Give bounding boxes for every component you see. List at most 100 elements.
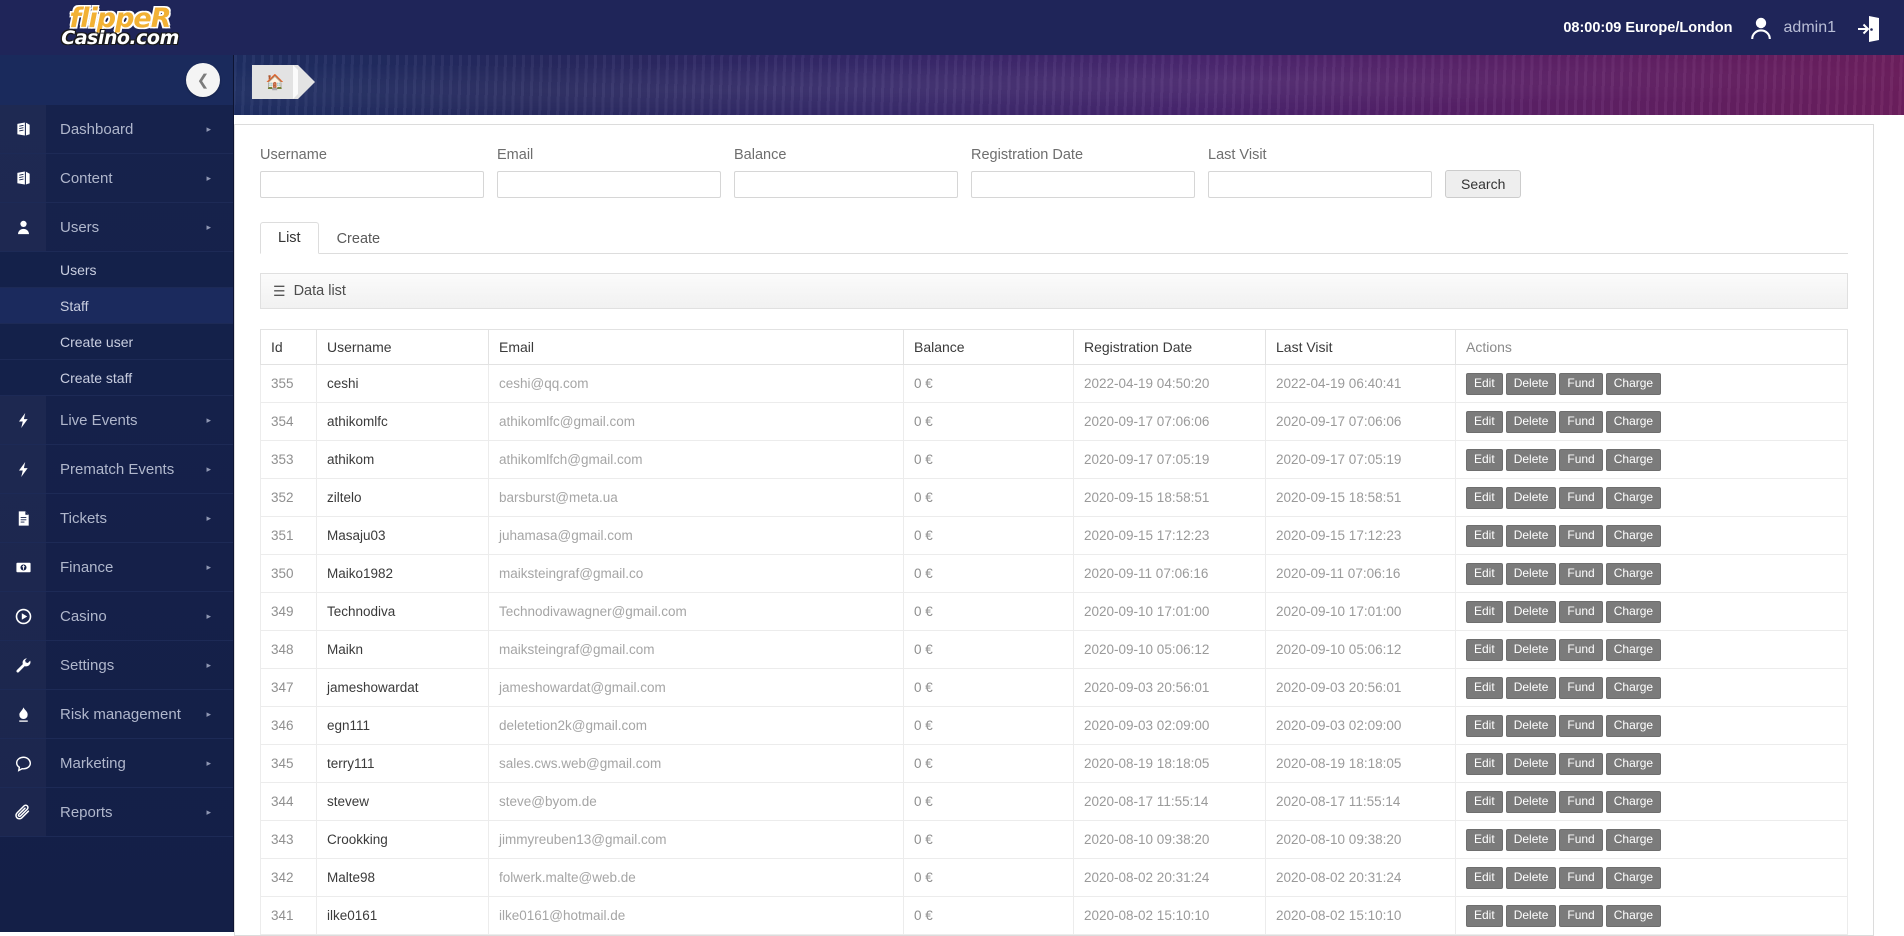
- fund-button[interactable]: Fund: [1559, 372, 1603, 395]
- charge-button[interactable]: Charge: [1605, 448, 1662, 471]
- edit-button[interactable]: Edit: [1466, 524, 1503, 547]
- sidebar-item-risk-management[interactable]: Risk management ▸: [0, 690, 233, 739]
- search-input-last-visit[interactable]: [1208, 171, 1432, 198]
- tab-list[interactable]: List: [260, 222, 319, 254]
- sidebar-item-content[interactable]: Content ▸: [0, 154, 233, 203]
- delete-button[interactable]: Delete: [1505, 524, 1557, 547]
- charge-button[interactable]: Charge: [1605, 638, 1662, 661]
- charge-button[interactable]: Charge: [1605, 828, 1662, 851]
- edit-button[interactable]: Edit: [1466, 638, 1503, 661]
- column-header-username[interactable]: Username: [316, 329, 489, 365]
- delete-button[interactable]: Delete: [1505, 790, 1557, 813]
- charge-button[interactable]: Charge: [1605, 486, 1662, 509]
- delete-button[interactable]: Delete: [1505, 372, 1557, 395]
- tab-create[interactable]: Create: [319, 223, 399, 254]
- sidebar-item-marketing[interactable]: Marketing ▸: [0, 739, 233, 788]
- edit-button[interactable]: Edit: [1466, 486, 1503, 509]
- charge-button[interactable]: Charge: [1605, 372, 1662, 395]
- charge-button[interactable]: Charge: [1605, 904, 1662, 927]
- charge-button[interactable]: Charge: [1605, 600, 1662, 623]
- delete-button[interactable]: Delete: [1505, 638, 1557, 661]
- edit-button[interactable]: Edit: [1466, 372, 1503, 395]
- delete-button[interactable]: Delete: [1505, 866, 1557, 889]
- table-row: 341 ilke0161 ilke0161@hotmail.de 0 €2020-08…: [260, 896, 1848, 935]
- brand-logo[interactable]: flippeR Casino.com: [0, 0, 234, 55]
- delete-button[interactable]: Delete: [1505, 562, 1557, 585]
- fund-button[interactable]: Fund: [1559, 448, 1603, 471]
- sidebar-item-dashboard[interactable]: Dashboard ▸: [0, 105, 233, 154]
- edit-button[interactable]: Edit: [1466, 676, 1503, 699]
- fund-button[interactable]: Fund: [1559, 638, 1603, 661]
- fund-button[interactable]: Fund: [1559, 828, 1603, 851]
- sidebar-subitem-create-staff[interactable]: Create staff: [0, 360, 233, 396]
- search-input-balance[interactable]: [734, 171, 958, 198]
- sidebar-item-reports[interactable]: Reports ▸: [0, 788, 233, 837]
- edit-button[interactable]: Edit: [1466, 410, 1503, 433]
- charge-button[interactable]: Charge: [1605, 790, 1662, 813]
- fund-button[interactable]: Fund: [1559, 486, 1603, 509]
- charge-button[interactable]: Charge: [1605, 866, 1662, 889]
- search-input-email[interactable]: [497, 171, 721, 198]
- sidebar-item-prematch-events[interactable]: Prematch Events ▸: [0, 445, 233, 494]
- logout-door-icon[interactable]: [1856, 13, 1882, 43]
- column-header-registration-date[interactable]: Registration Date: [1073, 329, 1266, 365]
- sidebar-collapse-button[interactable]: ❮: [186, 63, 220, 97]
- breadcrumb-home[interactable]: 🏠: [252, 65, 315, 99]
- charge-button[interactable]: Charge: [1605, 524, 1662, 547]
- sidebar-subitem-staff[interactable]: Staff: [0, 288, 233, 324]
- fund-button[interactable]: Fund: [1559, 752, 1603, 775]
- sidebar-item-settings[interactable]: Settings ▸: [0, 641, 233, 690]
- fund-button[interactable]: Fund: [1559, 410, 1603, 433]
- column-header-last-visit[interactable]: Last Visit: [1265, 329, 1456, 365]
- sidebar-item-finance[interactable]: Finance ▸: [0, 543, 233, 592]
- delete-button[interactable]: Delete: [1505, 410, 1557, 433]
- bolt-icon: [0, 396, 46, 444]
- sidebar-item-casino[interactable]: Casino ▸: [0, 592, 233, 641]
- fund-button[interactable]: Fund: [1559, 562, 1603, 585]
- charge-button[interactable]: Charge: [1605, 676, 1662, 699]
- edit-button[interactable]: Edit: [1466, 866, 1503, 889]
- edit-button[interactable]: Edit: [1466, 790, 1503, 813]
- user-menu[interactable]: admin1: [1747, 14, 1836, 42]
- cell-balance: 0 €: [903, 516, 1074, 555]
- fund-button[interactable]: Fund: [1559, 524, 1603, 547]
- edit-button[interactable]: Edit: [1466, 752, 1503, 775]
- sidebar-item-live-events[interactable]: Live Events ▸: [0, 396, 233, 445]
- delete-button[interactable]: Delete: [1505, 676, 1557, 699]
- edit-button[interactable]: Edit: [1466, 600, 1503, 623]
- search-input-registration-date[interactable]: [971, 171, 1195, 198]
- edit-button[interactable]: Edit: [1466, 714, 1503, 737]
- fund-button[interactable]: Fund: [1559, 866, 1603, 889]
- delete-button[interactable]: Delete: [1505, 828, 1557, 851]
- fund-button[interactable]: Fund: [1559, 676, 1603, 699]
- delete-button[interactable]: Delete: [1505, 904, 1557, 927]
- charge-button[interactable]: Charge: [1605, 752, 1662, 775]
- charge-button[interactable]: Charge: [1605, 562, 1662, 585]
- edit-button[interactable]: Edit: [1466, 904, 1503, 927]
- fund-button[interactable]: Fund: [1559, 600, 1603, 623]
- delete-button[interactable]: Delete: [1505, 714, 1557, 737]
- charge-button[interactable]: Charge: [1605, 410, 1662, 433]
- column-header-balance[interactable]: Balance: [903, 329, 1074, 365]
- search-button[interactable]: Search: [1445, 170, 1522, 198]
- charge-button[interactable]: Charge: [1605, 714, 1662, 737]
- sidebar-item-tickets[interactable]: Tickets ▸: [0, 494, 233, 543]
- delete-button[interactable]: Delete: [1505, 600, 1557, 623]
- delete-button[interactable]: Delete: [1505, 486, 1557, 509]
- sidebar-subitem-create-user[interactable]: Create user: [0, 324, 233, 360]
- fund-button[interactable]: Fund: [1559, 904, 1603, 927]
- column-header-email[interactable]: Email: [488, 329, 904, 365]
- fund-button[interactable]: Fund: [1559, 790, 1603, 813]
- edit-button[interactable]: Edit: [1466, 448, 1503, 471]
- sidebar-subitem-users[interactable]: Users: [0, 252, 233, 288]
- cell-username: Masaju03: [316, 516, 489, 555]
- search-input-username[interactable]: [260, 171, 484, 198]
- sidebar-item-users[interactable]: Users ▸: [0, 203, 233, 252]
- edit-button[interactable]: Edit: [1466, 828, 1503, 851]
- column-header-id[interactable]: Id: [260, 329, 317, 365]
- delete-button[interactable]: Delete: [1505, 448, 1557, 471]
- edit-button[interactable]: Edit: [1466, 562, 1503, 585]
- cell-last-visit: 2020-09-03 02:09:00: [1265, 706, 1456, 745]
- fund-button[interactable]: Fund: [1559, 714, 1603, 737]
- delete-button[interactable]: Delete: [1505, 752, 1557, 775]
